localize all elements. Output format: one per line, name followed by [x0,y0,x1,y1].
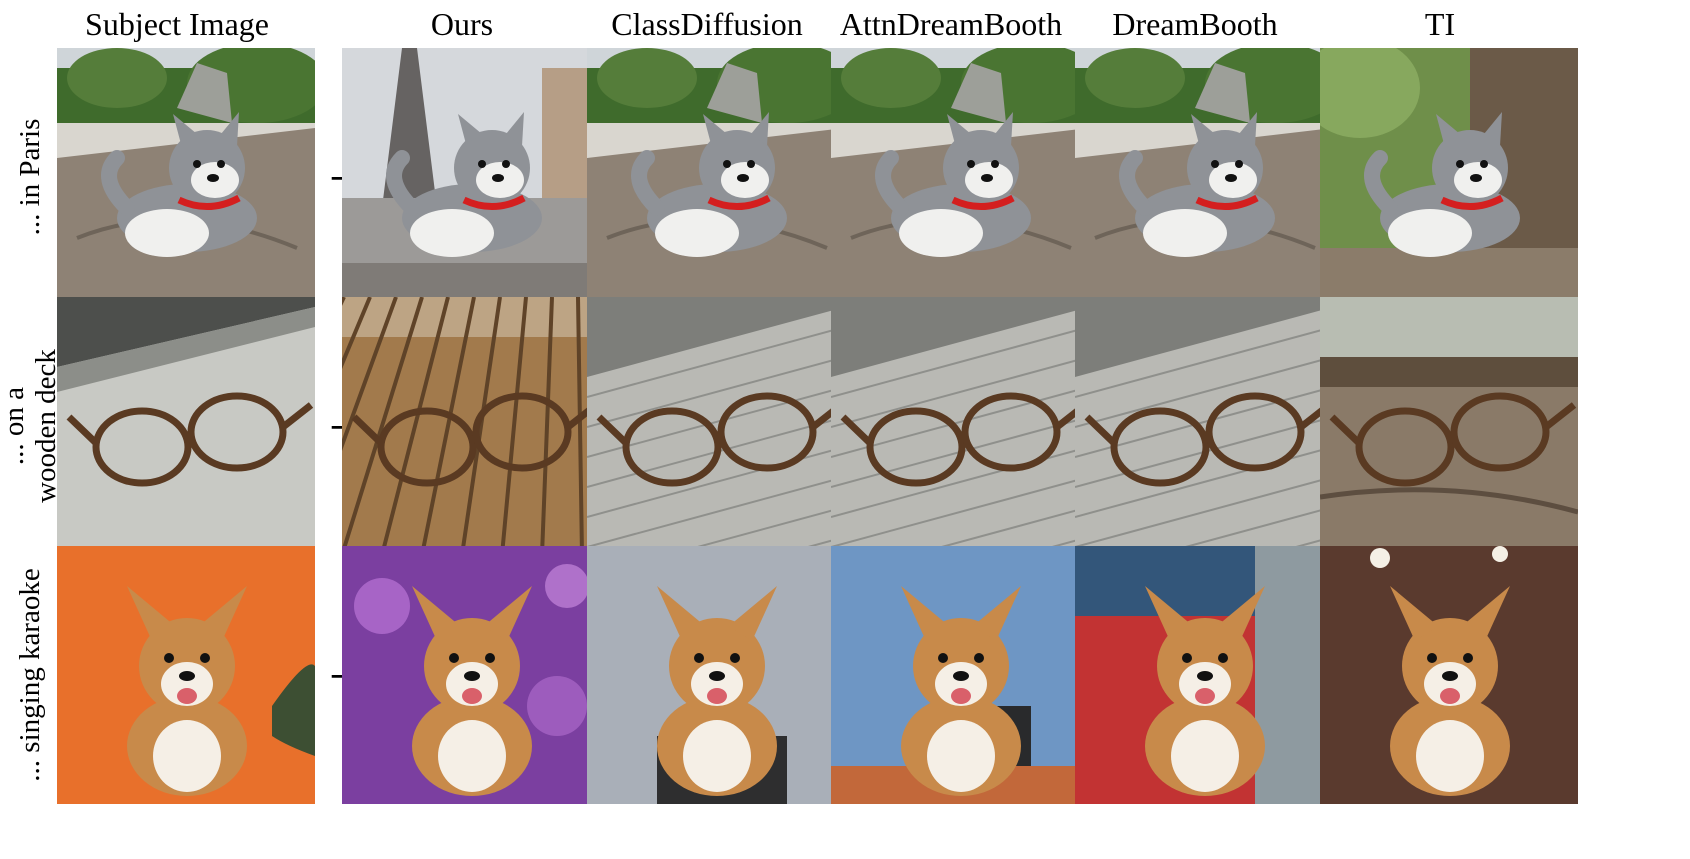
row-label-karaoke: ... singing karaoke [0,546,60,804]
row-label-wooden-deck: ... on a wooden deck [0,297,62,555]
image-cell-row3-col5 [1075,546,1333,804]
corgi-image [831,546,1089,804]
corgi-image [342,546,600,804]
image-cell-row1-col1 [57,48,315,306]
image-cell-row1-col4 [831,48,1089,306]
row-label-line: ... singing karaoke [14,568,46,782]
husky-plush-image [1075,48,1333,306]
column-header-dreambooth: DreamBooth [1112,6,1278,42]
column-header-ti: TI [1424,6,1456,42]
image-cell-row2-col3 [587,297,845,555]
image-cell-row1-col6 [1320,48,1578,306]
glasses-image [1075,297,1333,555]
image-cell-row2-col5 [1075,297,1333,555]
row-label-paris: ... in Paris [0,48,60,306]
row-label-line: ... in Paris [14,118,46,236]
image-cell-row3-col6 [1320,546,1578,804]
image-cell-row2-col6 [1320,297,1578,555]
column-header-attndreambooth: AttnDreamBooth [839,6,1063,42]
column-header-subject-image: Subject Image [85,6,269,42]
image-cell-row1-col5 [1075,48,1333,306]
corgi-image [1075,546,1333,804]
image-cell-row3-col1 [57,546,315,804]
row-label-line: ... on a [0,386,30,466]
glasses-image [57,297,315,555]
corgi-image [587,546,845,804]
corgi-image [1320,546,1578,804]
husky-plush-image [342,48,600,306]
husky-plush-image [1320,48,1578,306]
image-cell-row2-col4 [831,297,1089,555]
husky-plush-image [57,48,315,306]
image-cell-row3-col2 [342,546,600,804]
column-header-ours: Ours [430,6,494,42]
image-cell-row3-col3 [587,546,845,804]
husky-plush-image [587,48,845,306]
image-cell-row1-col3 [587,48,845,306]
corgi-image [57,546,315,804]
image-cell-row2-col2 [342,297,600,555]
image-cell-row3-col4 [831,546,1089,804]
husky-plush-image [831,48,1089,306]
column-header-classdiffusion: ClassDiffusion [611,6,803,42]
image-cell-row1-col2 [342,48,600,306]
glasses-image [587,297,845,555]
glasses-image [831,297,1089,555]
glasses-image [342,297,600,555]
image-cell-row2-col1 [57,297,315,555]
glasses-image [1320,297,1578,555]
